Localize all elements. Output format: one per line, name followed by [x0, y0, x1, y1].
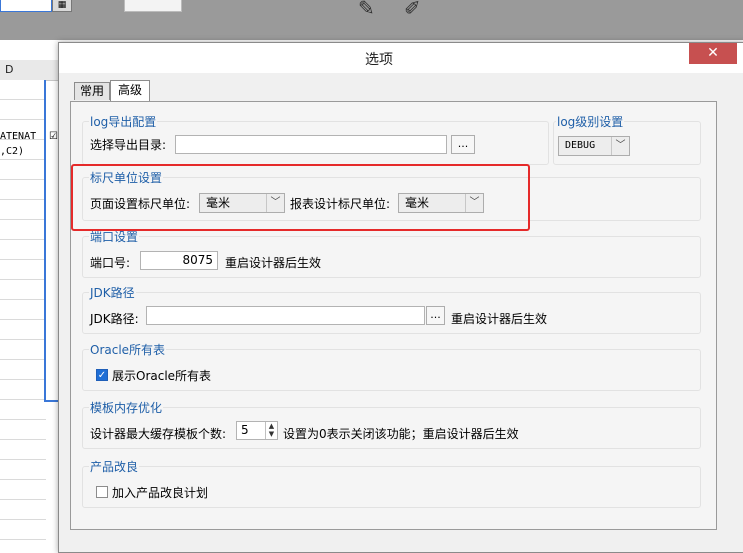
- port-input[interactable]: 8075: [140, 251, 218, 270]
- port-title: 端口设置: [89, 228, 140, 245]
- log-level-title: log级别设置: [556, 113, 625, 130]
- product-improve-group: 产品改良 加入产品改良计划: [82, 458, 701, 508]
- advanced-tab-panel: log导出配置 选择导出目录: ... log级别设置 DEBUG ﹀ 标尺单位…: [70, 101, 717, 530]
- improve-checkbox-label[interactable]: 加入产品改良计划: [112, 484, 208, 501]
- chevron-down-icon: ﹀: [465, 194, 483, 212]
- template-memory-label: 设计器最大缓存模板个数:: [90, 427, 227, 441]
- log-export-group: log导出配置 选择导出目录: ...: [82, 113, 549, 165]
- report-ruler-value: 毫米: [405, 196, 430, 210]
- oracle-title: Oracle所有表: [89, 341, 167, 358]
- port-group: 端口设置 端口号: 8075 重启设计器后生效: [82, 228, 701, 278]
- jdk-browse-button[interactable]: ...: [426, 306, 445, 325]
- log-level-value: DEBUG: [565, 140, 596, 151]
- tab-common[interactable]: 常用: [74, 82, 110, 100]
- page-ruler-label: 页面设置标尺单位:: [90, 197, 191, 211]
- template-count-value: 5: [241, 423, 249, 437]
- chevron-down-icon: ﹀: [266, 194, 284, 212]
- dialog-title: 选项: [365, 52, 393, 68]
- template-memory-group: 模板内存优化 设计器最大缓存模板个数: 5 ▲ ▼ 设置为0表示关闭该功能；重启设…: [82, 399, 701, 449]
- jdk-title: JDK路径: [89, 284, 136, 301]
- background-input[interactable]: [0, 0, 52, 12]
- template-memory-hint: 设置为0表示关闭该功能；重启设计器后生效: [283, 427, 519, 441]
- oracle-checkbox-label[interactable]: 展示Oracle所有表: [112, 367, 211, 384]
- pencil-icon[interactable]: ✐: [404, 0, 421, 18]
- ruler-unit-title: 标尺单位设置: [89, 169, 164, 186]
- ruler-unit-group: 标尺单位设置 页面设置标尺单位: 毫米 ﹀ 报表设计标尺单位: 毫米 ﹀: [82, 169, 701, 221]
- cell-text-line1[interactable]: ATENAT: [0, 131, 36, 142]
- jdk-hint: 重启设计器后生效: [451, 312, 548, 326]
- jdk-group: JDK路径 JDK路径: ... 重启设计器后生效: [82, 284, 701, 334]
- page-ruler-select[interactable]: 毫米 ﹀: [199, 193, 285, 213]
- dialog-title-bar[interactable]: 选项 ✕: [59, 43, 743, 73]
- tab-advanced[interactable]: 高级: [110, 80, 150, 102]
- options-dialog: 选项 ✕ 常用 高级 log导出配置 选择导出目录: ... log级别设置 D…: [58, 42, 743, 553]
- jdk-path-input[interactable]: [146, 306, 425, 325]
- report-ruler-label: 报表设计标尺单位:: [290, 197, 391, 211]
- log-level-group: log级别设置 DEBUG ﹀: [553, 113, 701, 165]
- port-label: 端口号:: [90, 256, 131, 270]
- column-letter-d[interactable]: D: [5, 63, 13, 76]
- export-dir-label: 选择导出目录:: [90, 138, 167, 152]
- export-dir-input[interactable]: [175, 135, 447, 154]
- log-level-select[interactable]: DEBUG ﹀: [558, 136, 630, 156]
- brush-icon[interactable]: ✎: [358, 0, 375, 18]
- improve-checkbox[interactable]: [96, 486, 108, 498]
- chevron-down-icon: ﹀: [611, 137, 629, 155]
- spinner-arrows-icon[interactable]: ▲ ▼: [265, 422, 277, 439]
- report-ruler-select[interactable]: 毫米 ﹀: [398, 193, 484, 213]
- template-count-stepper[interactable]: 5 ▲ ▼: [236, 421, 278, 440]
- oracle-group: Oracle所有表 ✓ 展示Oracle所有表: [82, 341, 701, 391]
- cell-checkbox-icon: ☑: [49, 131, 58, 142]
- log-export-title: log导出配置: [89, 113, 158, 130]
- oracle-checkbox[interactable]: ✓: [96, 369, 108, 381]
- template-memory-title: 模板内存优化: [89, 399, 164, 416]
- export-dir-browse-button[interactable]: ...: [451, 135, 475, 154]
- close-icon: ✕: [707, 45, 719, 61]
- check-icon: ✓: [97, 370, 107, 381]
- port-hint: 重启设计器后生效: [225, 256, 322, 270]
- jdk-label: JDK路径:: [90, 312, 139, 326]
- page-ruler-value: 毫米: [206, 196, 231, 210]
- cell-text-line2[interactable]: ,C2): [0, 146, 24, 157]
- product-improve-title: 产品改良: [89, 458, 140, 475]
- close-button[interactable]: ✕: [689, 43, 737, 64]
- background-grid-button[interactable]: ▦: [52, 0, 72, 12]
- background-field[interactable]: [124, 0, 182, 12]
